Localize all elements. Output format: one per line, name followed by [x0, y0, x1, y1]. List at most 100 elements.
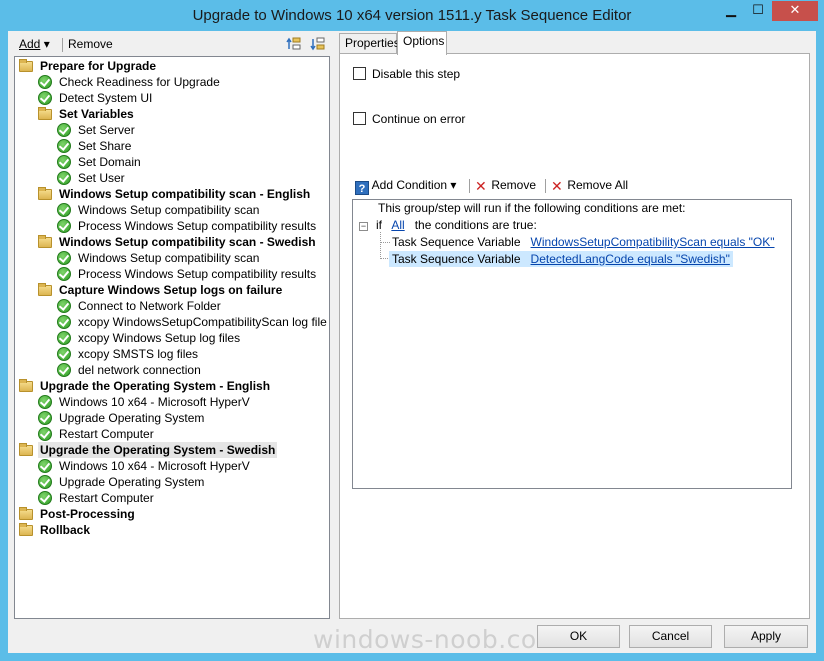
delete-x-icon: ✕ — [475, 178, 487, 194]
check-icon — [57, 299, 71, 313]
check-icon — [57, 219, 71, 233]
toolbar-separator — [545, 179, 546, 193]
question-icon: ? — [355, 181, 369, 195]
window-title: Upgrade to Windows 10 x64 version 1511.y… — [192, 7, 632, 24]
tree-item-label: Process Windows Setup compatibility resu… — [78, 219, 317, 233]
editor-client-area: Add ▾ Remove Prepare for Upgrade Check Re… — [8, 31, 816, 654]
remove-button[interactable]: Remove — [68, 37, 113, 51]
tree-item-label: Restart Computer — [59, 427, 154, 441]
tree-item-label: Set User — [78, 171, 125, 185]
tree-item-label: Windows Setup compatibility scan - Swedi… — [59, 235, 316, 249]
add-label: Add — [19, 37, 41, 51]
check-icon — [38, 75, 52, 89]
tree-item-label: del network connection — [78, 363, 201, 377]
tree-item-label: xcopy Windows Setup log files — [78, 331, 241, 345]
tree-item-label: Windows 10 x64 - Microsoft HyperV — [59, 395, 250, 409]
remove-all-button[interactable]: ✕ Remove All — [551, 178, 628, 193]
tree-item-label: Rollback — [40, 523, 91, 537]
folder-icon — [19, 379, 33, 392]
chevron-down-icon: ▾ — [450, 178, 457, 192]
left-toolbar: Add ▾ Remove — [15, 34, 337, 56]
title-bar[interactable]: Upgrade to Windows 10 x64 version 1511.y… — [0, 0, 824, 31]
condition-kind: Task Sequence Variable — [392, 252, 521, 266]
check-icon — [57, 171, 71, 185]
tree-item-label: Upgrade Operating System — [59, 475, 205, 489]
check-icon — [57, 203, 71, 217]
minimize-button[interactable]: ▁ — [718, 1, 744, 21]
check-icon — [57, 267, 71, 281]
condition-row-1[interactable]: Task Sequence Variable WindowsSetupCompa… — [392, 234, 775, 250]
folder-icon — [38, 107, 52, 120]
check-icon — [57, 347, 71, 361]
add-condition-label: Add Condition — [371, 178, 448, 192]
maximize-button[interactable]: ☐ — [745, 1, 771, 21]
tree-connector — [380, 242, 390, 243]
condition-expression-link[interactable]: WindowsSetupCompatibilityScan equals "OK… — [531, 235, 775, 249]
continue-on-error-label: Continue on error — [372, 112, 466, 126]
check-icon — [57, 139, 71, 153]
folder-icon — [38, 235, 52, 248]
tree-item-label: Windows Setup compatibility scan - Engli… — [59, 187, 311, 201]
check-icon — [38, 91, 52, 105]
folder-icon — [38, 187, 52, 200]
check-icon — [38, 491, 52, 505]
check-icon — [38, 475, 52, 489]
folder-icon — [19, 443, 33, 456]
tree-item-label: Detect System UI — [59, 91, 153, 105]
tree-item-label: Set Share — [78, 139, 132, 153]
add-menu-button[interactable]: Add ▾ — [19, 37, 50, 51]
move-up-icon[interactable] — [286, 36, 302, 52]
check-icon — [38, 395, 52, 409]
tab-options[interactable]: Options — [397, 31, 447, 55]
tab-properties[interactable]: Properties — [339, 33, 400, 54]
tree-item-label: Upgrade the Operating System - English — [40, 379, 271, 393]
tree-item-label: Connect to Network Folder — [78, 299, 221, 313]
close-button[interactable]: ✕ — [772, 1, 818, 21]
ok-button[interactable]: OK — [537, 625, 620, 648]
tree-item-label: Restart Computer — [59, 491, 154, 505]
condition-tree[interactable]: This group/step will run if the followin… — [352, 199, 792, 489]
tree-item-label: Prepare for Upgrade — [40, 59, 157, 73]
tree-item-label: xcopy SMSTS log files — [78, 347, 199, 361]
tree-item-label: Check Readiness for Upgrade — [59, 75, 220, 89]
move-down-icon[interactable] — [310, 36, 326, 52]
check-icon — [57, 123, 71, 137]
tree-item-label: xcopy WindowsSetupCompatibilityScan log … — [78, 315, 327, 329]
collapse-icon[interactable]: − — [359, 222, 368, 231]
apply-button[interactable]: Apply — [724, 625, 808, 648]
cancel-button[interactable]: Cancel — [629, 625, 712, 648]
tree-item-label: Upgrade the Operating System - Swedish — [38, 442, 278, 458]
remove-condition-label: Remove — [491, 178, 537, 192]
options-panel: Disable this step Continue on error ? Ad… — [339, 53, 810, 619]
condition-row-2[interactable]: Task Sequence Variable DetectedLangCode … — [389, 251, 733, 267]
if-label: if — [376, 218, 382, 232]
tree-item-label: Upgrade Operating System — [59, 411, 205, 425]
check-icon — [38, 459, 52, 473]
tree-item-label: Capture Windows Setup logs on failure — [59, 283, 283, 297]
if-statement-row: if All the conditions are true: — [376, 217, 537, 233]
chevron-down-icon: ▾ — [43, 37, 50, 51]
folder-icon — [38, 283, 52, 296]
delete-x-icon: ✕ — [551, 178, 563, 194]
tree-item-label: Set Domain — [78, 155, 141, 169]
add-condition-button[interactable]: ? Add Condition ▾ — [355, 178, 456, 195]
disable-step-checkbox[interactable] — [353, 67, 366, 80]
check-icon — [57, 251, 71, 265]
toolbar-separator — [62, 38, 63, 52]
check-icon — [38, 411, 52, 425]
remove-condition-button[interactable]: ✕ Remove — [475, 178, 536, 193]
remove-all-label: Remove All — [567, 178, 629, 192]
tree-connector — [380, 232, 381, 257]
condition-toolbar: ? Add Condition ▾ ✕ Remove ✕ Remove All — [352, 174, 792, 198]
disable-step-label: Disable this step — [372, 67, 461, 81]
check-icon — [57, 155, 71, 169]
tree-item-label: Windows 10 x64 - Microsoft HyperV — [59, 459, 250, 473]
task-sequence-tree[interactable]: Prepare for Upgrade Check Readiness for U… — [14, 56, 330, 619]
condition-intro: This group/step will run if the followin… — [378, 201, 686, 215]
conditions-true-label: the conditions are true: — [414, 218, 537, 232]
all-link[interactable]: All — [391, 218, 404, 232]
toolbar-separator — [469, 179, 470, 193]
check-icon — [57, 315, 71, 329]
condition-expression-link[interactable]: DetectedLangCode equals "Swedish" — [531, 252, 730, 266]
continue-on-error-checkbox[interactable] — [353, 112, 366, 125]
